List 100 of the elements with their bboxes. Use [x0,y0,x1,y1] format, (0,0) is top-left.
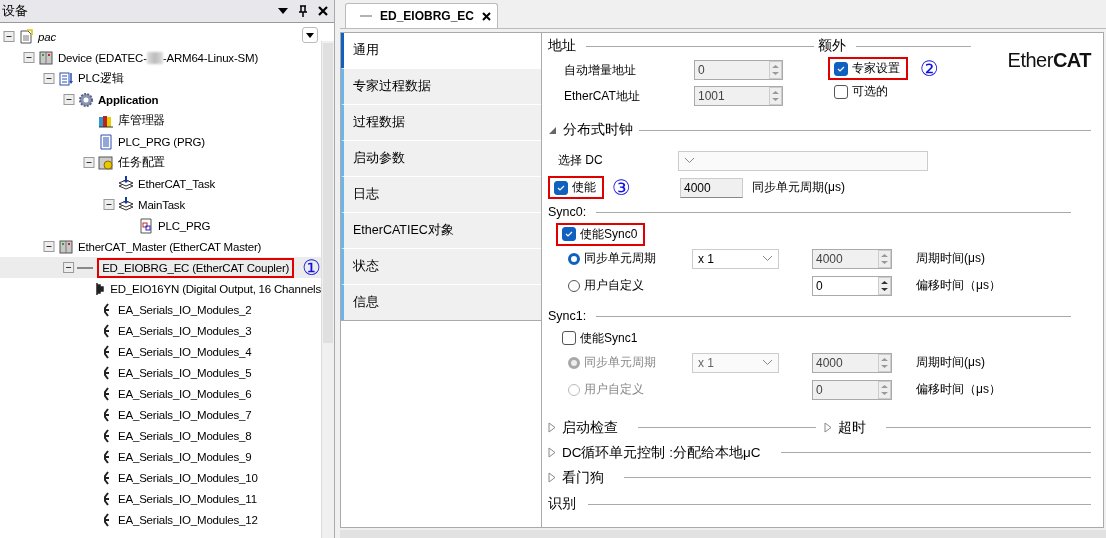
connector-icon [102,386,110,401]
redaction-blur [146,51,163,64]
callout-number: ① [302,257,321,278]
callout-number: ② [920,58,939,79]
checkbox[interactable] [562,227,576,241]
tree-row[interactable]: EA_Serials_IO_Modules_10 [0,467,321,488]
tree-item-label: EA_Serials_IO_Modules_12 [118,513,258,526]
section-title[interactable]: 看门狗 [562,468,604,487]
radio-label: 同步单元周期 [584,354,656,371]
radio-label: 用户自定义 [584,381,644,398]
tree-item-label: EA_Serials_IO_Modules_6 [118,387,252,400]
collapsed-triangle-icon[interactable] [548,422,556,433]
tree-row[interactable]: EtherCAT_Task [0,173,321,194]
nav-tab[interactable]: 通用 [341,33,541,68]
checkbox[interactable] [834,84,848,99]
tree-row[interactable]: 任务配置 [0,152,321,173]
tree-row[interactable]: EA_Serials_IO_Modules_4 [0,341,321,362]
editor-tab[interactable]: ED_EIOBRG_EC [345,3,499,28]
tree-row[interactable]: EA_Serials_IO_Modules_7 [0,404,321,425]
tree-row[interactable]: EA_Serials_IO_Modules_11 [0,488,321,509]
collapsed-triangle-icon[interactable] [548,447,556,458]
tree-item-label: 库管理器 [118,113,166,128]
tree-row[interactable]: ED_EIOBRG_EC (EtherCAT Coupler) ① [0,257,321,278]
tree-row[interactable]: Application [0,89,321,110]
connector-icon [102,428,110,443]
section-title: 分布式时钟 [563,121,633,139]
dropdown-arrow-icon[interactable] [278,8,288,14]
callout-number: ③ [612,177,631,198]
field-label: 偏移时间（μs） [916,277,1002,294]
section-title: Sync1: [548,309,587,323]
tree-row[interactable]: ED_EIO16YN (Digital Output, 16 Channels [0,278,321,299]
collapse-icon[interactable] [22,52,36,63]
caret-down-icon [306,32,314,38]
radio-button[interactable] [568,252,580,265]
field-label: 周期时间(μs) [916,250,986,267]
section-title: 地址 [548,37,576,55]
tree-item-label: MainTask [138,198,185,211]
tree-row[interactable]: EA_Serials_IO_Modules_6 [0,383,321,404]
tree-row[interactable]: EA_Serials_IO_Modules_3 [0,320,321,341]
checkbox-label: 使能Sync1 [580,329,638,347]
tree-row[interactable]: Device (EDATEC- -ARM64-Linux-SM) [0,47,321,68]
pin-icon[interactable] [298,5,308,17]
nav-tab[interactable]: EtherCATIEC对象 [341,212,541,248]
tree-row[interactable]: EA_Serials_IO_Modules_8 [0,425,321,446]
section-title: 额外 [818,37,846,55]
checkmark-icon [565,230,573,238]
connector-icon [102,449,110,464]
collapsed-triangle-icon[interactable] [823,422,832,433]
section-title[interactable]: 超时 [837,418,866,437]
tree-row[interactable]: EA_Serials_IO_Modules_9 [0,446,321,467]
vertical-scrollbar[interactable] [321,41,334,538]
document-icon [18,28,34,45]
document-icon [138,217,154,234]
tree-item-label: EA_Serials_IO_Modules_10 [118,471,258,484]
chevron-down-icon [762,255,773,262]
nav-tab[interactable]: 状态 [341,248,541,284]
field-label: 同步单元周期(μs) [752,179,845,196]
tree-item-label: EA_Serials_IO_Modules_11 [118,492,257,505]
collapse-icon[interactable] [42,241,56,252]
tree-row[interactable]: PLC_PRG [0,215,321,236]
collapse-icon[interactable] [42,73,56,84]
close-icon[interactable] [318,6,328,16]
nav-tab[interactable]: 专家过程数据 [341,68,541,104]
radio-button[interactable] [568,279,580,292]
spin-field[interactable]: 0 [812,275,892,296]
panel-title: 设备 [2,2,29,20]
nav-tab[interactable]: 启动参数 [341,140,541,176]
tree-item-label: EA_Serials_IO_Modules_2 [118,303,252,316]
tree-row[interactable]: MainTask [0,194,321,215]
tree-row[interactable]: 库管理器 [0,110,321,131]
tree-row[interactable]: PLC_PRG (PRG) [0,131,321,152]
dash-icon [360,14,372,18]
collapse-icon[interactable] [102,199,116,210]
collapse-icon[interactable] [62,94,76,105]
nav-tab[interactable]: 信息 [341,284,541,320]
tree-row[interactable]: PLC逻辑 [0,68,321,89]
tree-row[interactable]: pac [0,26,321,47]
collapse-icon[interactable] [62,262,76,273]
close-icon[interactable] [482,11,492,21]
collapsed-triangle-icon[interactable] [548,472,556,483]
checkbox[interactable] [554,180,568,195]
section-title[interactable]: DC循环单元控制 :分配给本地μC [562,443,761,462]
spin-arrows-icon[interactable] [878,276,891,295]
dropdown-button[interactable] [302,27,318,43]
nav-tab[interactable]: 过程数据 [341,104,541,140]
tree-item-label: 任务配置 [118,155,166,170]
checkbox[interactable] [834,61,848,76]
collapse-icon[interactable] [82,157,96,168]
tree-row[interactable]: EtherCAT_Master (EtherCAT Master) [0,236,321,257]
tree-item-label: pac [38,30,56,43]
nav-tab[interactable]: 日志 [341,176,541,212]
checkmark-icon [557,183,565,192]
section-title[interactable]: 启动检查 [562,418,618,437]
tree-row[interactable]: EA_Serials_IO_Modules_12 [0,509,321,530]
tree-row[interactable]: EA_Serials_IO_Modules_2 [0,299,321,320]
expanded-triangle-icon[interactable] [548,125,557,135]
dash-icon [77,266,94,269]
dropdown[interactable]: x 1 [692,248,779,269]
tree-row[interactable]: EA_Serials_IO_Modules_5 [0,362,321,383]
collapse-icon[interactable] [2,31,16,42]
